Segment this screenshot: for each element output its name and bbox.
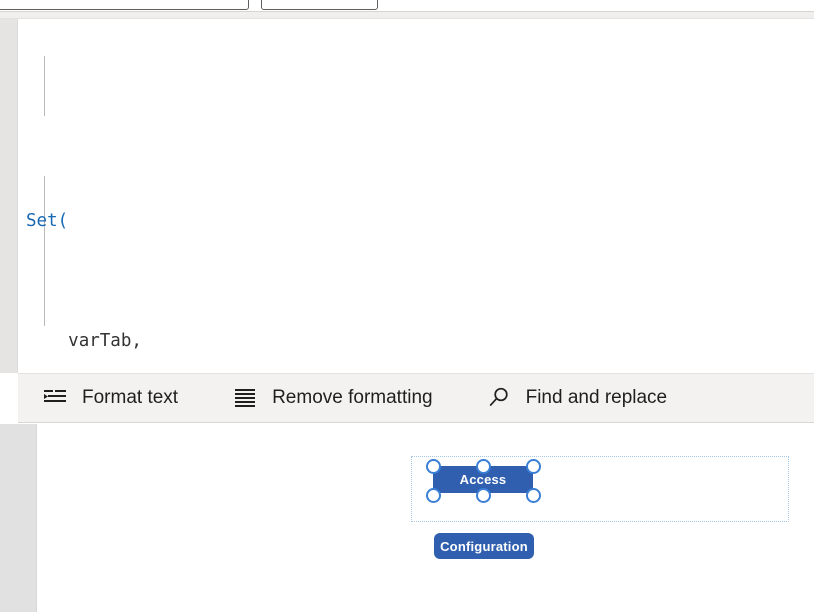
formatting-toolbar: Format text Remove formatting Find and r…: [18, 373, 814, 423]
value-input-box[interactable]: [261, 0, 378, 10]
resize-handle-bottom-center[interactable]: [476, 488, 491, 503]
access-button-label: Access: [459, 472, 507, 487]
format-text-icon: [41, 384, 69, 412]
indent-guide: [44, 176, 45, 326]
resize-handle-top-right[interactable]: [526, 459, 541, 474]
resize-handle-bottom-right[interactable]: [526, 488, 541, 503]
configuration-button-label: Configuration: [440, 538, 528, 554]
resize-handle-top-left[interactable]: [426, 459, 441, 474]
formula-code[interactable]: Set( varTab, ThisItem.Title ); If( varTa…: [18, 19, 814, 373]
resize-handle-top-center[interactable]: [476, 459, 491, 474]
token-function: Set(: [26, 211, 69, 231]
token-variable: varTab,: [68, 331, 142, 351]
indent-guide: [44, 56, 45, 116]
formula-editor[interactable]: Set( varTab, ThisItem.Title ); If( varTa…: [0, 19, 814, 373]
canvas-left-rail: [0, 424, 36, 612]
editor-gutter: [0, 19, 17, 373]
find-and-replace-label: Find and replace: [525, 387, 668, 408]
code-line: varTab,: [18, 326, 814, 356]
configuration-button[interactable]: Configuration: [434, 533, 534, 559]
app-canvas-zone: Access Configuration: [0, 424, 814, 612]
find-and-replace-button[interactable]: Find and replace: [485, 374, 668, 422]
property-selector-dropdown[interactable]: [0, 0, 249, 10]
remove-formatting-label: Remove formatting: [272, 387, 433, 408]
remove-formatting-button[interactable]: Remove formatting: [231, 374, 433, 422]
format-text-button[interactable]: Format text: [41, 374, 178, 422]
canvas-surface[interactable]: Access Configuration: [37, 424, 814, 612]
remove-formatting-icon: [231, 384, 259, 412]
search-icon: [485, 384, 513, 412]
format-text-label: Format text: [82, 387, 179, 408]
code-line: Set(: [18, 206, 814, 236]
formula-code-area[interactable]: Set( varTab, ThisItem.Title ); If( varTa…: [18, 19, 814, 373]
resize-handle-bottom-left[interactable]: [426, 488, 441, 503]
